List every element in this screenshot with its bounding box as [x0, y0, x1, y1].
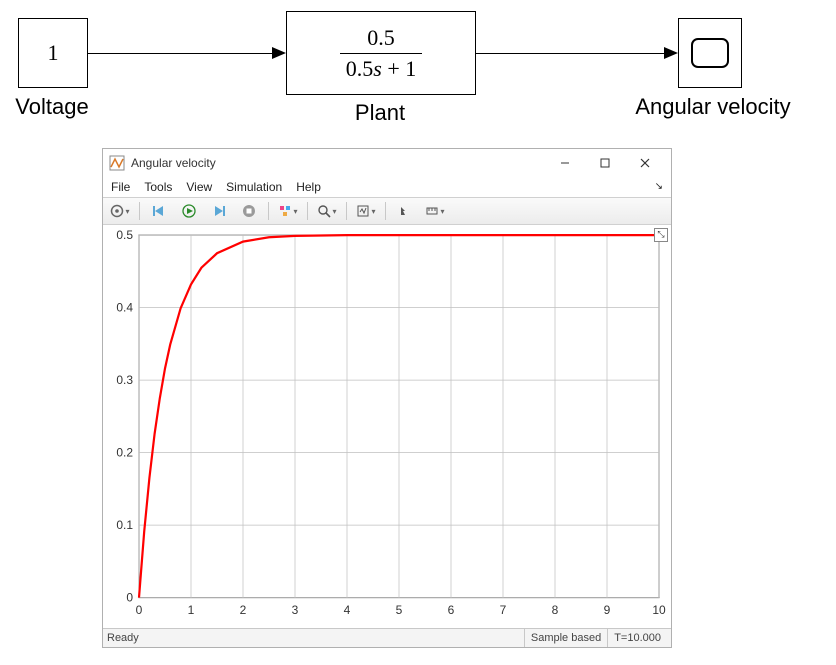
- transfer-function-block-label: Plant: [330, 100, 430, 126]
- configure-button[interactable]: ▾: [109, 200, 131, 222]
- toolbar-separator: [307, 202, 308, 220]
- svg-text:5: 5: [396, 602, 403, 616]
- scope-window: Angular velocity File Tools View Simulat…: [102, 148, 672, 648]
- svg-text:2: 2: [240, 602, 247, 616]
- window-title: Angular velocity: [131, 156, 216, 170]
- transfer-function: 0.5 0.5s + 1: [340, 25, 422, 82]
- step-forward-button[interactable]: [208, 200, 230, 222]
- measurements-button[interactable]: ▾: [424, 200, 446, 222]
- chevron-down-icon: ▾: [125, 207, 129, 216]
- svg-text:0.5: 0.5: [116, 228, 133, 242]
- svg-text:3: 3: [292, 602, 299, 616]
- chevron-down-icon: ▾: [440, 207, 444, 216]
- constant-block[interactable]: 1: [18, 18, 88, 88]
- svg-text:0: 0: [136, 602, 143, 616]
- toolbar-separator: [346, 202, 347, 220]
- triggers-button[interactable]: ▾: [277, 200, 299, 222]
- svg-text:0.4: 0.4: [116, 300, 133, 314]
- status-ready: Ready: [107, 632, 139, 644]
- statusbar: Ready Sample based T=10.000: [103, 628, 671, 647]
- svg-text:10: 10: [652, 602, 666, 616]
- svg-text:0.1: 0.1: [116, 518, 133, 532]
- constant-value: 1: [48, 40, 59, 66]
- svg-text:9: 9: [604, 602, 611, 616]
- chevron-down-icon: ▾: [293, 207, 297, 216]
- svg-text:4: 4: [344, 602, 351, 616]
- scope-block[interactable]: [678, 18, 742, 88]
- dock-arrow-icon[interactable]: ↘: [655, 181, 663, 192]
- signal-arrowhead-1: [272, 47, 286, 59]
- svg-text:0.3: 0.3: [116, 373, 133, 387]
- svg-text:7: 7: [500, 602, 507, 616]
- menubar: File Tools View Simulation Help ↘: [103, 176, 671, 197]
- transfer-function-block[interactable]: 0.5 0.5s + 1: [286, 11, 476, 95]
- step-back-button[interactable]: [148, 200, 170, 222]
- toolbar-separator: [268, 202, 269, 220]
- cursor-measurements-button[interactable]: [394, 200, 416, 222]
- float-scope-icon[interactable]: ⤡: [654, 228, 668, 242]
- svg-text:8: 8: [552, 602, 559, 616]
- toolbar-separator: [139, 202, 140, 220]
- signal-line-2: [476, 53, 664, 54]
- autoscale-button[interactable]: ▾: [355, 200, 377, 222]
- run-button[interactable]: [178, 200, 200, 222]
- minimize-button[interactable]: [545, 150, 585, 176]
- scope-screen-icon: [691, 38, 729, 68]
- app-icon: [109, 155, 125, 171]
- svg-text:1: 1: [188, 602, 195, 616]
- chevron-down-icon: ▾: [371, 207, 375, 216]
- svg-text:0.2: 0.2: [116, 445, 133, 459]
- scope-block-label: Angular velocity: [598, 94, 828, 120]
- svg-text:0: 0: [126, 590, 133, 604]
- window-titlebar[interactable]: Angular velocity: [103, 149, 671, 176]
- chevron-down-icon: ▾: [332, 207, 336, 216]
- menu-file[interactable]: File: [111, 180, 130, 194]
- stop-button[interactable]: [238, 200, 260, 222]
- tf-denominator: 0.5s + 1: [340, 53, 422, 82]
- menu-simulation[interactable]: Simulation: [226, 180, 282, 194]
- menu-help[interactable]: Help: [296, 180, 321, 194]
- svg-text:6: 6: [448, 602, 455, 616]
- menu-tools[interactable]: Tools: [144, 180, 172, 194]
- constant-block-label: Voltage: [2, 94, 102, 120]
- maximize-button[interactable]: [585, 150, 625, 176]
- signal-line-1: [88, 53, 272, 54]
- toolbar: ▾ ▾ ▾ ▾: [103, 197, 671, 224]
- status-sample-mode: Sample based: [524, 629, 607, 647]
- menu-view[interactable]: View: [186, 180, 212, 194]
- tf-numerator: 0.5: [361, 25, 401, 53]
- toolbar-separator: [385, 202, 386, 220]
- step-response-chart: 0 1 2 3 4 5 6 7 8 9 10 0 0.1 0.2 0.3 0.4 0.5: [103, 225, 671, 628]
- simulink-diagram: 1 Voltage 0.5 0.5s + 1 Plant Angular vel…: [0, 0, 836, 150]
- signal-arrowhead-2: [664, 47, 678, 59]
- plot-area[interactable]: 0 1 2 3 4 5 6 7 8 9 10 0 0.1 0.2 0.3 0.4 0.5 ⤡: [103, 225, 671, 628]
- status-sim-time: T=10.000: [607, 629, 667, 647]
- close-button[interactable]: [625, 150, 665, 176]
- zoom-button[interactable]: ▾: [316, 200, 338, 222]
